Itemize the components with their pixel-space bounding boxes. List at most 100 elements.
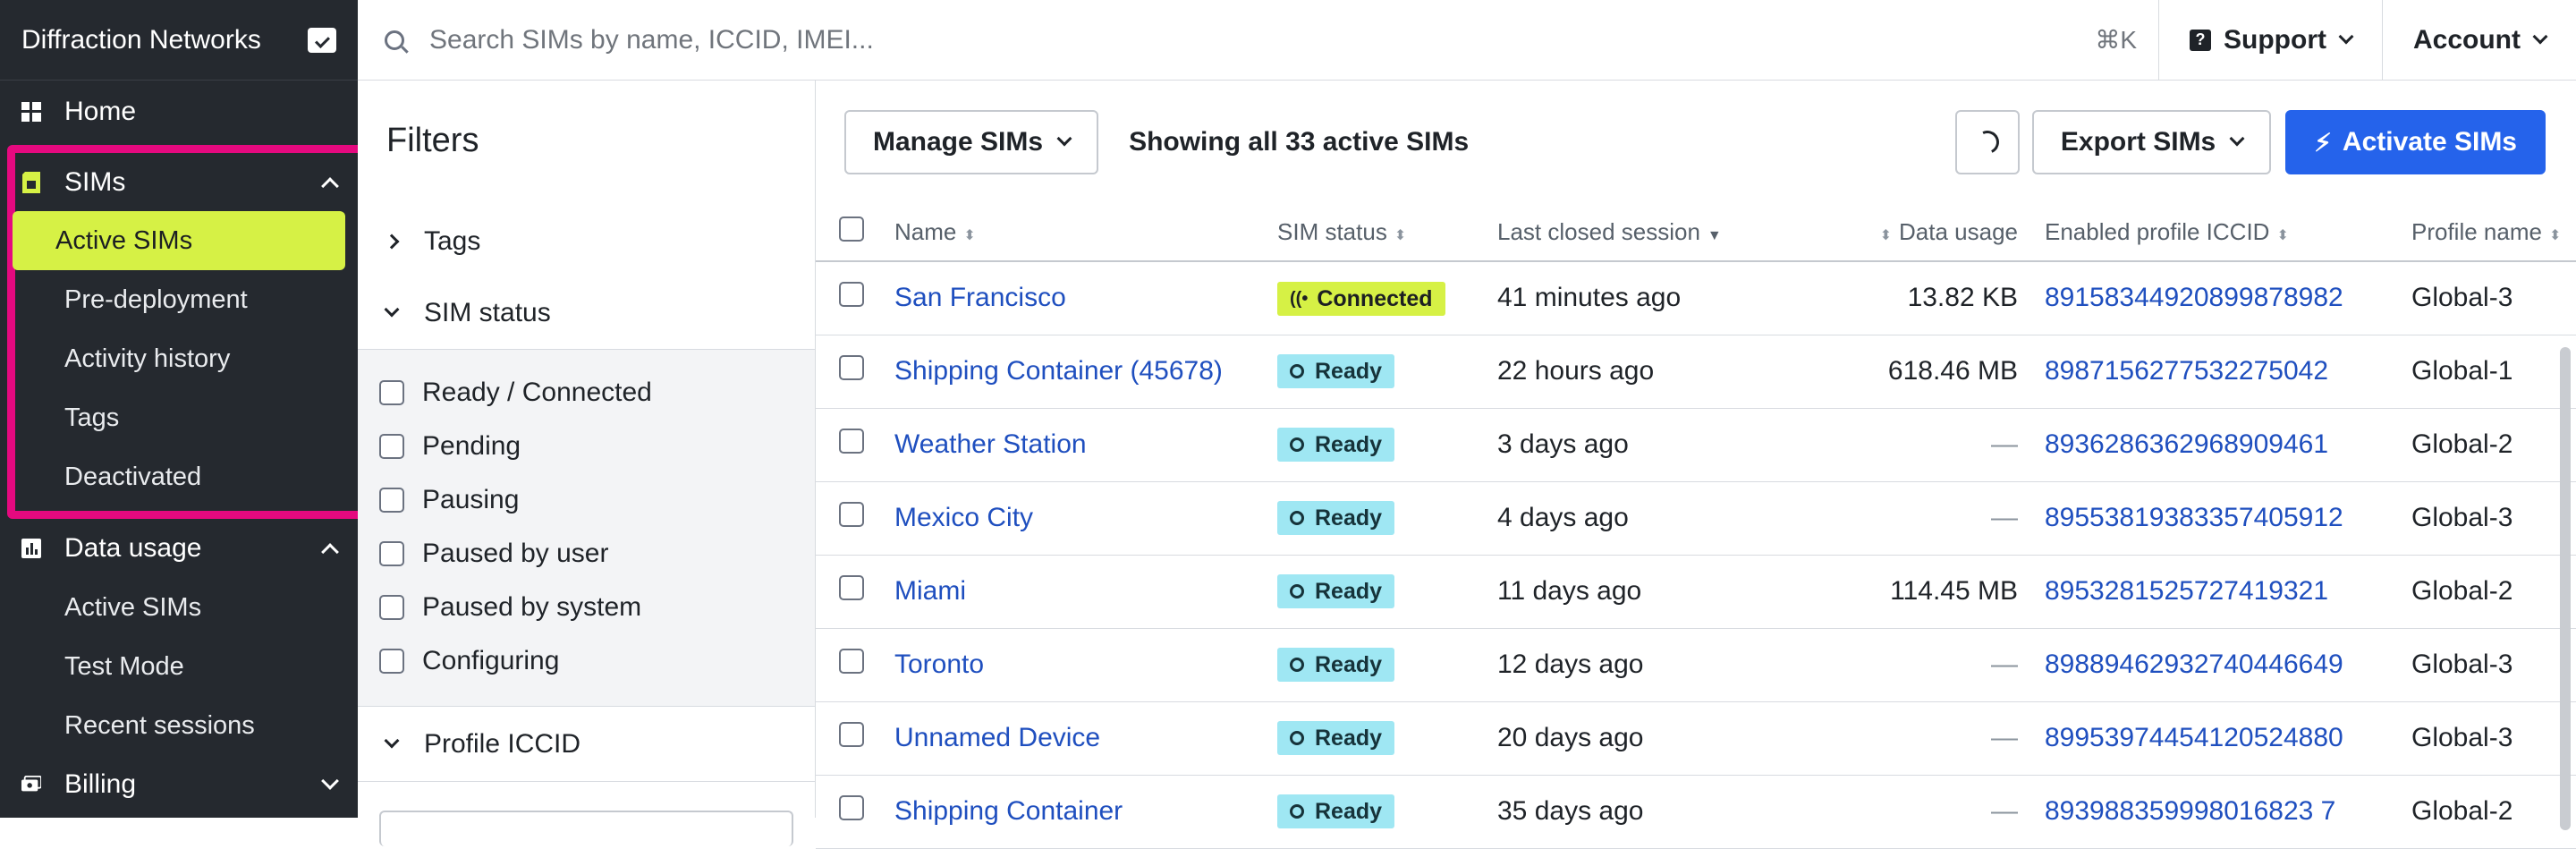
- table-row[interactable]: Miami Ready 11 days ago 114.45 MB 895328…: [816, 555, 2576, 629]
- sidebar-item-activity-history[interactable]: Activity history: [0, 329, 358, 388]
- last-session: 20 days ago: [1497, 723, 1644, 752]
- signal-icon: ((•: [1290, 288, 1309, 309]
- row-checkbox[interactable]: [839, 282, 864, 308]
- table-row[interactable]: Unnamed Device Ready 20 days ago — 89953…: [816, 701, 2576, 776]
- iccid-link[interactable]: 893988359998016823 7: [2045, 796, 2335, 826]
- nav-data-usage[interactable]: Data usage: [0, 519, 358, 578]
- checkbox[interactable]: [379, 541, 404, 566]
- filter-section-tags[interactable]: Tags: [358, 206, 815, 277]
- filter-section-sim-status[interactable]: SIM status: [358, 277, 815, 349]
- sidebar-item-tags[interactable]: Tags: [0, 388, 358, 447]
- help-icon: ?: [2190, 29, 2212, 51]
- profile-name: Global-3: [2411, 283, 2513, 313]
- select-all-checkbox[interactable]: [839, 216, 864, 242]
- col-sim-status[interactable]: SIM status ⬍: [1277, 204, 1497, 262]
- checkbox[interactable]: [379, 595, 404, 620]
- sim-name-link[interactable]: Miami: [894, 576, 966, 606]
- row-checkbox[interactable]: [839, 649, 864, 674]
- sidebar-item-pre-deployment[interactable]: Pre-deployment: [0, 270, 358, 329]
- sim-name-link[interactable]: Weather Station: [894, 429, 1087, 459]
- filter-option[interactable]: Pending: [379, 420, 815, 473]
- filter-section-profile-iccid[interactable]: Profile ICCID: [358, 707, 815, 782]
- row-checkbox[interactable]: [839, 722, 864, 747]
- iccid-link[interactable]: 8987156277532275042: [2045, 356, 2328, 386]
- sidebar-item-deactivated[interactable]: Deactivated: [0, 447, 358, 506]
- iccid-link[interactable]: 8953281525727419321: [2045, 576, 2328, 606]
- filter-option[interactable]: Paused by system: [379, 581, 815, 634]
- table-row[interactable]: Toronto Ready 12 days ago — 898894629327…: [816, 628, 2576, 702]
- sim-name-link[interactable]: Unnamed Device: [894, 723, 1100, 752]
- chevron-up-icon[interactable]: [321, 543, 339, 561]
- refresh-button[interactable]: [1954, 110, 2020, 174]
- profile-iccid-input[interactable]: [379, 811, 793, 846]
- sim-name-link[interactable]: Shipping Container: [894, 796, 1123, 826]
- clipboard-check-icon[interactable]: [308, 27, 336, 53]
- row-checkbox[interactable]: [839, 575, 864, 600]
- sort-icon: ⬍: [963, 228, 976, 243]
- filter-option[interactable]: Paused by user: [379, 527, 815, 581]
- chevron-down-icon[interactable]: [321, 772, 339, 790]
- iccid-link[interactable]: 8936286362968909461: [2045, 429, 2328, 459]
- col-name[interactable]: Name ⬍: [894, 204, 1277, 262]
- table-row[interactable]: San Francisco ((• Connected 41 minutes a…: [816, 261, 2576, 335]
- sidebar-item-usage-active-sims[interactable]: Active SIMs: [0, 578, 358, 637]
- table-row[interactable]: Shipping Container Ready 35 days ago — 8…: [816, 775, 2576, 849]
- sidebar-item-recent-sessions[interactable]: Recent sessions: [0, 696, 358, 755]
- sim-name-link[interactable]: San Francisco: [894, 283, 1066, 312]
- table-header: Name ⬍ SIM status ⬍ Last closed session ▼ ⬍…: [816, 204, 2576, 262]
- nav-sims[interactable]: SIMs: [0, 154, 358, 211]
- row-checkbox[interactable]: [839, 355, 864, 380]
- checkbox[interactable]: [379, 380, 404, 405]
- sim-name-link[interactable]: Mexico City: [894, 503, 1033, 532]
- account-button[interactable]: Account: [2382, 0, 2576, 80]
- col-iccid[interactable]: Enabled profile ICCID ⬍: [2045, 204, 2411, 262]
- activate-sims-button[interactable]: ⚡︎ Activate SIMs: [2285, 110, 2546, 174]
- row-checkbox[interactable]: [839, 502, 864, 527]
- row-checkbox[interactable]: [839, 795, 864, 820]
- nav-home[interactable]: Home: [0, 82, 358, 141]
- filter-tags-label: Tags: [424, 226, 481, 256]
- search-bar[interactable]: ⌘K: [358, 0, 2158, 80]
- sidebar-item-test-mode[interactable]: Test Mode: [0, 637, 358, 696]
- last-session: 12 days ago: [1497, 649, 1644, 679]
- sidebar-item-active-sims[interactable]: Active SIMs: [13, 211, 345, 270]
- chevron-up-icon[interactable]: [321, 177, 339, 195]
- table-row[interactable]: Mexico City Ready 4 days ago — 895538193…: [816, 481, 2576, 556]
- row-checkbox[interactable]: [839, 429, 864, 454]
- table-row[interactable]: Shipping Container (45678) Ready 22 hour…: [816, 335, 2576, 409]
- toolbar: Manage SIMs Showing all 33 active SIMs E…: [816, 81, 2576, 204]
- nav-billing[interactable]: Billing: [0, 755, 358, 814]
- scrollbar[interactable]: [2560, 347, 2571, 830]
- support-button[interactable]: ? Support: [2158, 0, 2382, 80]
- status-text: Ready: [1315, 358, 1383, 384]
- last-session: 11 days ago: [1497, 576, 1642, 606]
- checkbox[interactable]: [379, 649, 404, 674]
- last-session: 4 days ago: [1497, 503, 1629, 532]
- col-profile-name[interactable]: Profile name ⬍: [2411, 204, 2576, 262]
- checkbox[interactable]: [379, 488, 404, 513]
- sim-name-link[interactable]: Toronto: [894, 649, 984, 679]
- col-data-usage[interactable]: ⬍ Data usage: [1758, 204, 2045, 262]
- filter-option-label: Pausing: [422, 485, 520, 514]
- filter-option[interactable]: Ready / Connected: [379, 366, 815, 420]
- filter-option[interactable]: Configuring: [379, 634, 815, 688]
- iccid-link[interactable]: 89953974454120524880: [2045, 723, 2343, 752]
- data-usage-value: —: [1991, 723, 2018, 752]
- search-input[interactable]: [429, 24, 2096, 55]
- brand-header: Diffraction Networks: [0, 0, 358, 81]
- grid-icon: [21, 102, 41, 122]
- export-sims-button[interactable]: Export SIMs: [2031, 110, 2272, 174]
- checkbox[interactable]: [379, 434, 404, 459]
- iccid-link[interactable]: 89553819383357405912: [2045, 503, 2343, 532]
- iccid-link[interactable]: 89158344920899878982: [2045, 283, 2343, 312]
- table-row[interactable]: Weather Station Ready 3 days ago — 89362…: [816, 408, 2576, 482]
- status-badge: Ready: [1277, 574, 1395, 608]
- chevron-right-icon: [384, 233, 400, 250]
- brand-name: Diffraction Networks: [21, 24, 261, 55]
- col-last-session[interactable]: Last closed session ▼: [1497, 204, 1758, 262]
- iccid-link[interactable]: 89889462932740446649: [2045, 649, 2343, 679]
- manage-sims-label: Manage SIMs: [873, 127, 1044, 157]
- filter-option[interactable]: Pausing: [379, 473, 815, 527]
- manage-sims-button[interactable]: Manage SIMs: [844, 110, 1099, 174]
- sim-name-link[interactable]: Shipping Container (45678): [894, 356, 1223, 386]
